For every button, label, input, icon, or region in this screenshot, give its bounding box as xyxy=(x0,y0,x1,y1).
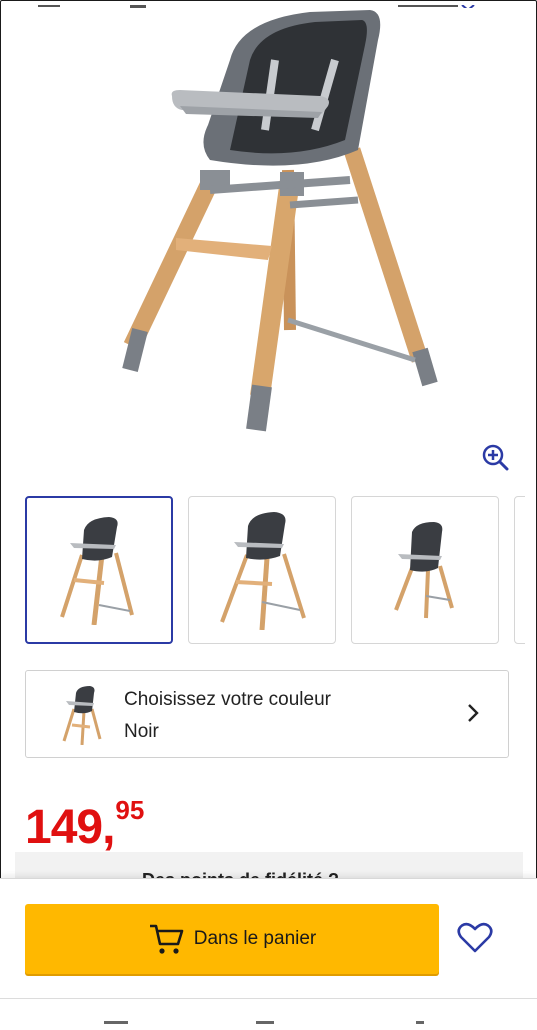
color-selector[interactable]: Choisissez votre couleur Noir xyxy=(25,670,509,758)
color-selector-value: Noir xyxy=(124,721,159,742)
color-selector-title: Choisissez votre couleur xyxy=(124,689,331,710)
bottom-navigation xyxy=(0,998,537,1025)
thumbnail-image xyxy=(394,522,454,619)
chevron-right-icon xyxy=(468,704,479,722)
product-main-image[interactable] xyxy=(100,0,460,440)
thumbnail-3[interactable] xyxy=(351,496,499,644)
thumbnail-image xyxy=(220,512,306,630)
thumbnail-image xyxy=(60,517,134,625)
zoom-in-icon xyxy=(482,444,509,471)
cart-icon xyxy=(149,924,184,954)
thumbnail-carousel xyxy=(25,496,525,648)
thumbnail-4[interactable] xyxy=(514,496,525,644)
wishlist-button[interactable] xyxy=(456,919,494,957)
thumbnail-1[interactable] xyxy=(25,496,173,644)
add-to-cart-button[interactable]: Dans le panier xyxy=(25,904,439,974)
price-integer: 149, xyxy=(25,801,115,854)
color-swatch-image xyxy=(62,686,102,745)
product-price: 149,95 xyxy=(25,795,144,855)
price-decimals: 95 xyxy=(115,795,145,825)
thumbnail-2[interactable] xyxy=(188,496,336,644)
heart-icon xyxy=(457,922,493,953)
zoom-button[interactable] xyxy=(480,442,510,472)
bottom-action-bar: Dans le panier xyxy=(0,878,537,999)
add-to-cart-label: Dans le panier xyxy=(193,928,317,949)
